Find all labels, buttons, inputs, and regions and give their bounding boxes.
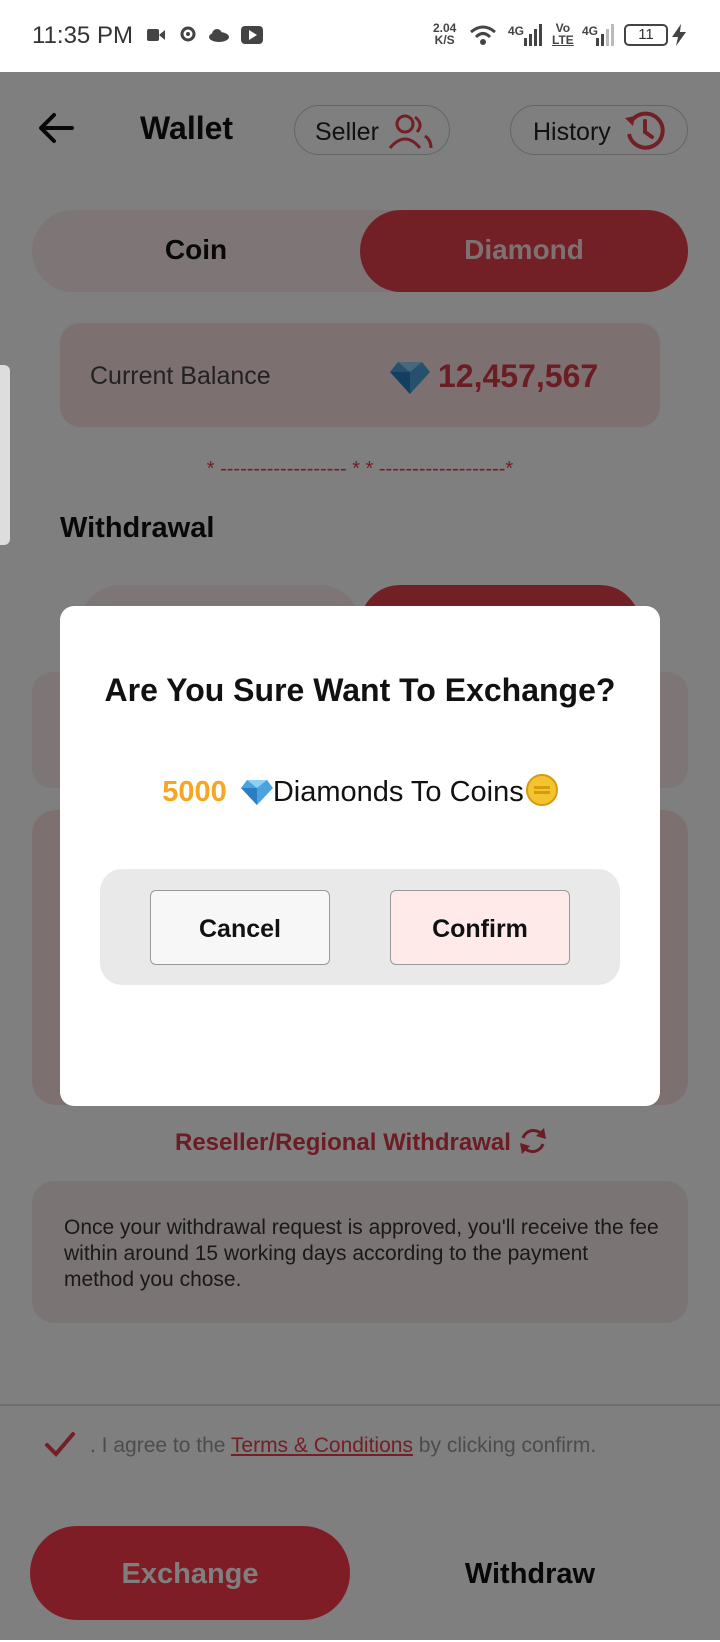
youtube-icon xyxy=(241,26,263,44)
coin-icon xyxy=(525,774,558,806)
settings-gear-icon xyxy=(180,26,196,42)
cloud-icon xyxy=(209,29,229,42)
cancel-label: Cancel xyxy=(199,915,281,943)
charging-bolt-icon xyxy=(672,24,686,46)
signal-icon xyxy=(524,24,542,46)
volte-indicator: Vo LTE xyxy=(552,22,574,46)
volte-bottom: LTE xyxy=(552,33,574,47)
video-camera-icon xyxy=(147,29,165,41)
cancel-button[interactable]: Cancel xyxy=(150,890,330,965)
status-bar: 11:35 PM 2.04 K/S 4G Vo LTE 4G 11 xyxy=(0,0,720,72)
battery-level: 11 xyxy=(638,26,654,43)
dialog-message: 5000 Diamonds To Coins xyxy=(60,774,660,809)
speed-unit: K/S xyxy=(434,33,455,47)
battery-icon: 11 xyxy=(624,24,668,46)
dialog-title: Are You Sure Want To Exchange? xyxy=(104,672,616,708)
network-type-1: 4G xyxy=(508,24,525,38)
signal-icon-2 xyxy=(596,24,614,46)
diamond-icon xyxy=(240,780,273,805)
confirm-button[interactable]: Confirm xyxy=(390,890,570,965)
wifi-icon xyxy=(470,25,496,45)
status-time: 11:35 PM xyxy=(32,22,133,49)
confirm-label: Confirm xyxy=(432,915,528,943)
exchange-message: Diamonds To Coins xyxy=(272,776,524,808)
network-speed: 2.04 K/S xyxy=(433,22,456,46)
exchange-amount: 5000 xyxy=(162,776,227,808)
side-drawer-handle[interactable] xyxy=(0,365,10,545)
